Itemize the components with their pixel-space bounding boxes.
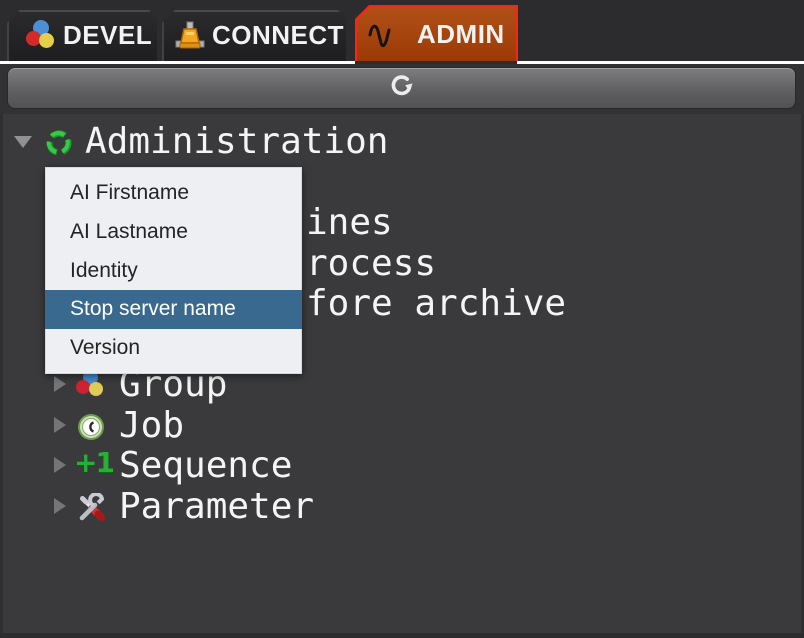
tabbar-underline bbox=[517, 61, 804, 64]
tree-item-label: Job bbox=[119, 405, 184, 446]
context-menu: AI Firstname AI Lastname Identity Stop s… bbox=[45, 167, 302, 374]
color-circles-icon bbox=[25, 19, 57, 53]
left-edge bbox=[0, 114, 3, 638]
tree-item-label: rocess bbox=[306, 243, 436, 284]
tree-item-label: ines bbox=[306, 202, 393, 243]
chevron-down-icon[interactable] bbox=[14, 136, 32, 148]
tab-admin[interactable]: ADMIN bbox=[355, 5, 518, 61]
tabbar-underline bbox=[0, 61, 355, 64]
green-ring-icon bbox=[44, 126, 74, 156]
clock-icon bbox=[76, 410, 106, 440]
menu-item-ai-lastname[interactable]: AI Lastname bbox=[45, 213, 302, 252]
tab-admin-label: ADMIN bbox=[417, 19, 505, 50]
tree-item-label: Sequence bbox=[119, 445, 292, 486]
bottom-edge bbox=[0, 633, 804, 638]
tab-connect[interactable]: CONNECT bbox=[162, 10, 346, 61]
chevron-right-icon[interactable] bbox=[54, 417, 66, 433]
tree-item-parameter[interactable]: Parameter bbox=[0, 486, 804, 527]
chevron-right-icon[interactable] bbox=[54, 498, 66, 514]
admin-tree: Administration ines rocess fore archive … bbox=[0, 114, 804, 638]
tab-admin-body: ADMIN bbox=[357, 7, 516, 61]
connector-icon bbox=[174, 19, 206, 53]
plus-one-icon: +1 bbox=[74, 446, 108, 479]
tools-icon bbox=[76, 491, 106, 521]
tree-item-job[interactable]: Job bbox=[0, 405, 804, 446]
menu-item-identity[interactable]: Identity bbox=[45, 252, 302, 291]
refresh-icon bbox=[388, 72, 416, 105]
toolbar bbox=[0, 64, 804, 114]
chevron-right-icon[interactable] bbox=[54, 376, 66, 392]
tab-connect-label: CONNECT bbox=[212, 20, 344, 51]
tab-bar: DEVEL CONNECT bbox=[0, 0, 804, 64]
tree-item-administration[interactable]: Administration bbox=[0, 121, 804, 162]
menu-item-ai-firstname[interactable]: AI Firstname bbox=[45, 174, 302, 213]
tree-item-sequence[interactable]: +1 Sequence bbox=[0, 445, 804, 486]
menu-item-stop-server-name[interactable]: Stop server name bbox=[45, 290, 302, 329]
waveform-icon bbox=[367, 17, 399, 51]
tree-item-label: fore archive bbox=[306, 283, 566, 324]
tree-item-label: Administration bbox=[85, 121, 388, 162]
refresh-button[interactable] bbox=[7, 67, 796, 109]
tab-devel[interactable]: DEVEL bbox=[7, 10, 157, 61]
app-window: DEVEL CONNECT bbox=[0, 0, 804, 638]
tree-item-label: Parameter bbox=[119, 486, 314, 527]
menu-item-version[interactable]: Version bbox=[45, 329, 302, 368]
chevron-right-icon[interactable] bbox=[54, 457, 66, 473]
tab-devel-label: DEVEL bbox=[63, 20, 152, 51]
